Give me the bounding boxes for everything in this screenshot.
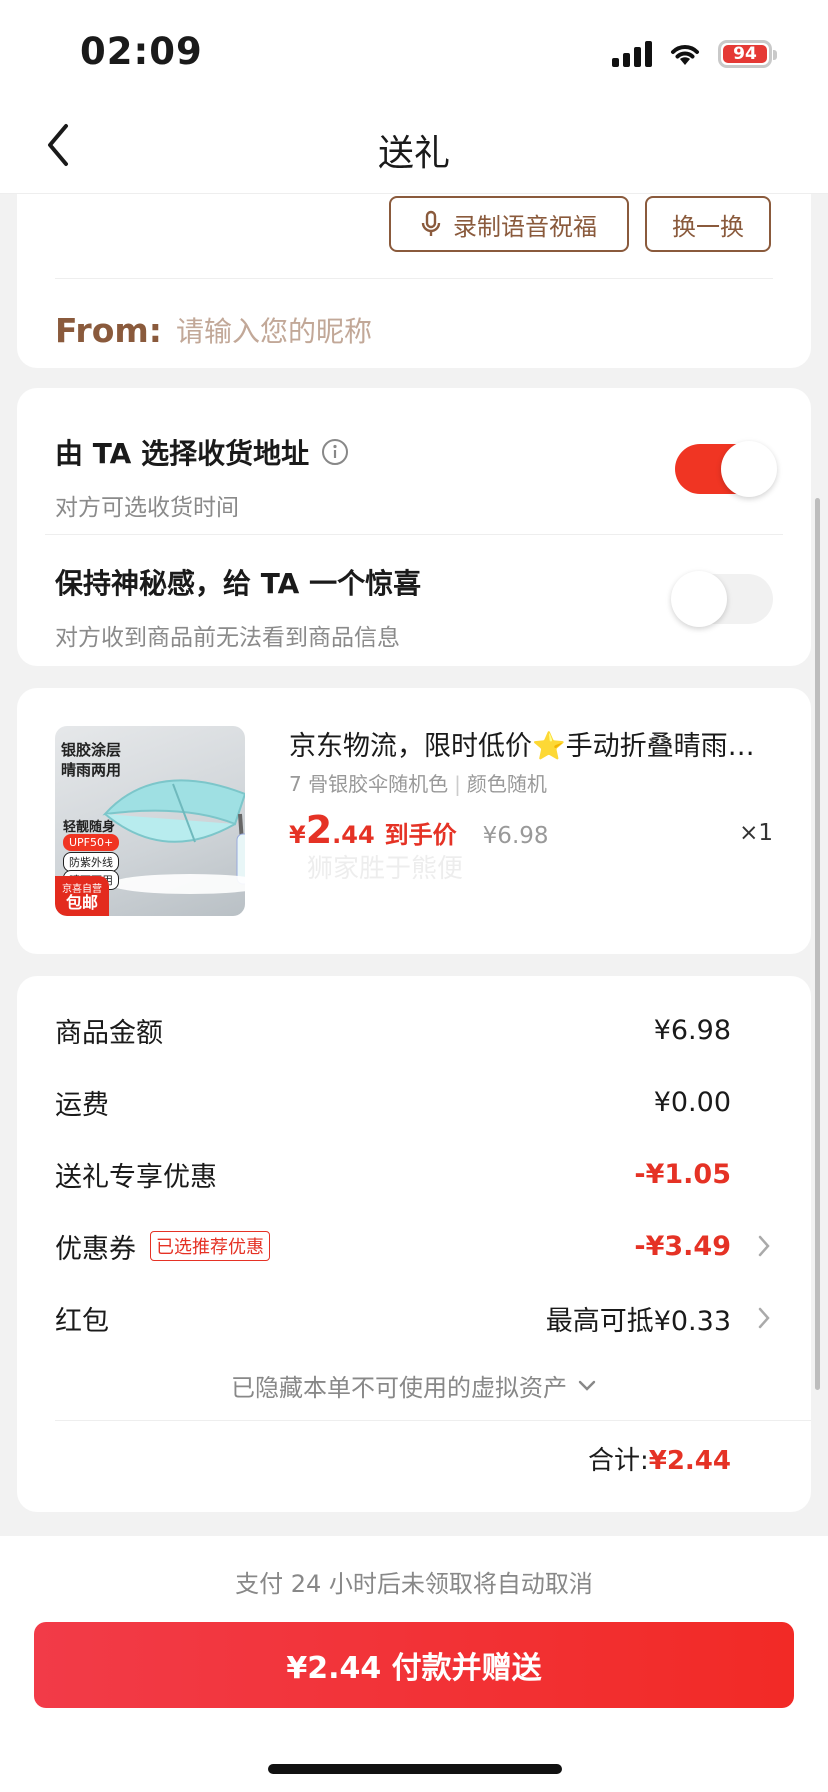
options-card: 由 TA 选择收货地址 对方可选收货时间 保持神秘感，给 TA 一个惊喜 对方收… xyxy=(17,388,811,666)
mystery-option-subtitle: 对方收到商品前无法看到商品信息 xyxy=(55,625,400,651)
gift-discount-row: 送礼专享优惠 -¥1.05 xyxy=(55,1152,773,1196)
battery-icon: 94 xyxy=(718,40,777,68)
shipping-label: 运费 xyxy=(55,1089,109,1121)
address-toggle[interactable] xyxy=(675,441,777,497)
product-title[interactable]: 京东物流，限时低价⭐手动折叠晴雨伞银胶防晒 xyxy=(289,724,779,763)
wifi-icon xyxy=(671,45,699,65)
address-option-subtitle: 对方可选收货时间 xyxy=(55,495,239,521)
toggle-knob xyxy=(671,571,727,627)
goods-amount-row: 商品金额 ¥6.98 xyxy=(55,1008,773,1052)
total-value: ¥2.44 xyxy=(648,1446,731,1476)
nickname-input[interactable]: 请输入您的昵称 xyxy=(176,310,372,350)
price-integer: 2 xyxy=(305,808,333,852)
price-decimal: .44 xyxy=(332,821,375,849)
red-packet-value: 最高可抵¥0.33 xyxy=(545,1305,731,1337)
product-image[interactable]: 银胶涂层 晴雨两用 轻靓随身 UPF50+ 防紫外线 晴雨两用 京喜自营 包邮 xyxy=(55,726,245,916)
home-indicator[interactable] xyxy=(268,1764,562,1774)
auto-cancel-notice: 支付 24 小时后未领取将自动取消 xyxy=(235,1570,593,1598)
goods-amount-value: ¥6.98 xyxy=(653,1014,731,1046)
info-icon[interactable] xyxy=(321,438,349,466)
change-label: 换一换 xyxy=(672,212,744,241)
chevron-right-icon[interactable] xyxy=(755,1232,773,1260)
mystery-option-title: 保持神秘感，给 TA 一个惊喜 xyxy=(55,567,422,600)
from-field[interactable]: From: 请输入您的昵称 xyxy=(55,298,372,362)
from-label: From: xyxy=(55,310,162,350)
image-caption: 轻靓随身 xyxy=(63,820,116,835)
change-button[interactable]: 换一换 xyxy=(645,196,771,252)
product-card: 银胶涂层 晴雨两用 轻靓随身 UPF50+ 防紫外线 晴雨两用 京喜自营 包邮 … xyxy=(17,688,811,954)
original-price: ¥6.98 xyxy=(482,823,549,849)
coupon-label: 优惠券 xyxy=(55,1233,136,1265)
coupon-value: -¥3.49 xyxy=(634,1230,731,1262)
coupon-label-group: 优惠券 已选推荐优惠 xyxy=(55,1227,270,1266)
record-voice-label: 录制语音祝福 xyxy=(453,212,597,241)
quantity: ×1 xyxy=(739,820,773,846)
coupon-tag: 已选推荐优惠 xyxy=(150,1231,270,1261)
image-tag: 防紫外线 xyxy=(63,852,119,872)
shipping-row: 运费 ¥0.00 xyxy=(55,1080,773,1124)
price-symbol: ¥ xyxy=(289,821,306,849)
address-option: 由 TA 选择收货地址 对方可选收货时间 xyxy=(55,432,773,522)
pay-and-gift-button[interactable]: ¥2.44 付款并赠送 xyxy=(34,1622,794,1708)
bottom-bar: 支付 24 小时后未领取将自动取消 ¥2.44 付款并赠送 xyxy=(0,1536,828,1792)
mystery-option: 保持神秘感，给 TA 一个惊喜 对方收到商品前无法看到商品信息 xyxy=(55,562,773,652)
red-packet-row[interactable]: 红包 最高可抵¥0.33 xyxy=(55,1296,773,1340)
gift-discount-value: -¥1.05 xyxy=(634,1158,731,1190)
divider xyxy=(55,278,773,279)
microphone-icon xyxy=(421,210,441,236)
image-caption: 银胶涂层 晴雨两用 xyxy=(61,741,122,779)
goods-amount-label: 商品金额 xyxy=(55,1017,163,1049)
product-spec: 7 骨银胶伞随机色 | 颜色随机 xyxy=(289,772,547,796)
status-time: 02:09 xyxy=(80,30,203,73)
red-packet-label: 红包 xyxy=(55,1305,109,1337)
divider xyxy=(45,534,783,535)
watermark: 狮家胜于熊便 xyxy=(307,854,464,884)
image-tag: UPF50+ xyxy=(63,834,120,851)
total-row: 合计:¥2.44 xyxy=(588,1440,731,1477)
record-voice-button[interactable]: 录制语音祝福 xyxy=(389,196,629,252)
gift-discount-label: 送礼专享优惠 xyxy=(55,1161,217,1193)
hidden-assets-toggle[interactable]: 已隐藏本单不可使用的虚拟资产 xyxy=(17,1368,811,1403)
battery-level: 94 xyxy=(723,44,767,64)
free-shipping-badge: 京喜自营 包邮 xyxy=(55,876,109,916)
coupon-row[interactable]: 优惠券 已选推荐优惠 -¥3.49 xyxy=(55,1224,773,1268)
hidden-assets-label: 已隐藏本单不可使用的虚拟资产 xyxy=(231,1374,567,1402)
toggle-knob xyxy=(721,441,777,497)
divider xyxy=(55,1420,811,1421)
page-title: 送礼 xyxy=(377,133,450,174)
top-bar: 02:09 94 送礼 xyxy=(0,0,828,194)
chevron-right-icon[interactable] xyxy=(755,1304,773,1332)
status-icons: 94 xyxy=(612,40,777,68)
price-row: ¥ 2 .44 到手价 ¥6.98 xyxy=(289,808,549,852)
price-label: 到手价 xyxy=(384,821,457,849)
total-label: 合计: xyxy=(587,1446,649,1476)
scrollbar[interactable] xyxy=(815,498,820,1390)
mystery-toggle[interactable] xyxy=(671,571,773,627)
chevron-down-icon xyxy=(578,1380,596,1391)
shipping-value: ¥0.00 xyxy=(653,1086,731,1118)
address-option-title: 由 TA 选择收货地址 xyxy=(55,437,310,470)
signal-icon xyxy=(612,41,652,67)
fee-card: 商品金额 ¥6.98 运费 ¥0.00 送礼专享优惠 -¥1.05 优惠券 已选… xyxy=(17,976,811,1512)
